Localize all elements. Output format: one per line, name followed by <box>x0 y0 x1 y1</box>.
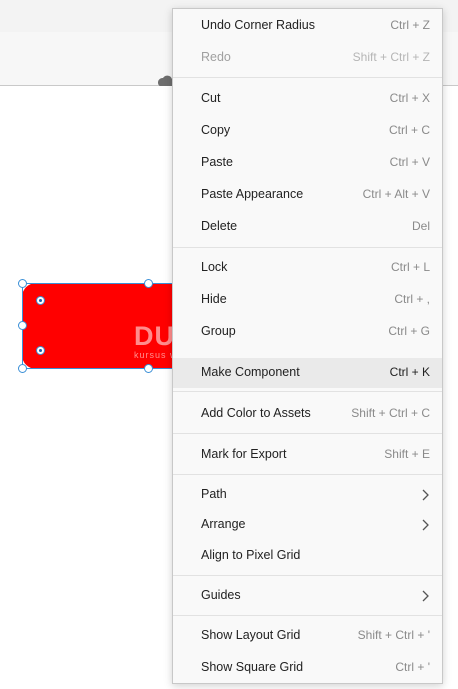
menu-item-label: Mark for Export <box>201 447 287 461</box>
menu-item-label: Paste Appearance <box>201 187 304 201</box>
menu-separator <box>173 575 442 576</box>
menu-item-add-color-to-assets[interactable]: Add Color to Assets Shift + Ctrl + C <box>173 399 442 429</box>
menu-item-shortcut: Shift + Ctrl + Z <box>352 50 430 64</box>
menu-item-undo[interactable]: Undo Corner Radius Ctrl + Z <box>173 11 442 41</box>
menu-item-copy[interactable]: Copy Ctrl + C <box>173 116 442 146</box>
menu-item-shortcut: Ctrl + K <box>389 365 430 379</box>
menu-item-cut[interactable]: Cut Ctrl + X <box>173 84 442 114</box>
menu-separator <box>173 615 442 616</box>
menu-item-hide[interactable]: Hide Ctrl + , <box>173 285 442 315</box>
menu-item-shortcut: Shift + E <box>384 447 430 461</box>
menu-item-label: Path <box>201 487 227 501</box>
menu-item-label: Redo <box>201 50 231 64</box>
resize-handle-top-center[interactable] <box>144 279 153 288</box>
menu-item-shortcut: Ctrl + G <box>388 324 430 338</box>
menu-item-label: Show Layout Grid <box>201 628 301 642</box>
menu-separator <box>173 77 442 78</box>
menu-item-paste[interactable]: Paste Ctrl + V <box>173 148 442 178</box>
menu-item-label: Lock <box>201 260 228 274</box>
menu-item-lock[interactable]: Lock Ctrl + L <box>173 253 442 283</box>
resize-handle-bottom-left[interactable] <box>18 364 27 373</box>
menu-item-arrange[interactable]: Arrange <box>173 510 442 540</box>
menu-item-shortcut: Shift + Ctrl + ' <box>357 628 430 642</box>
menu-separator <box>173 433 442 434</box>
menu-item-guides[interactable]: Guides <box>173 581 442 611</box>
menu-item-show-square-grid[interactable]: Show Square Grid Ctrl + ' <box>173 653 442 683</box>
menu-item-shortcut: Ctrl + L <box>390 260 430 274</box>
menu-item-delete[interactable]: Delete Del <box>173 212 442 242</box>
menu-item-label: Align to Pixel Grid <box>201 548 301 562</box>
menu-item-shortcut: Ctrl + C <box>388 123 430 137</box>
menu-item-path[interactable]: Path <box>173 480 442 510</box>
menu-item-shortcut: Ctrl + Alt + V <box>362 187 430 201</box>
menu-item-mark-for-export[interactable]: Mark for Export Shift + E <box>173 440 442 470</box>
menu-item-label: Paste <box>201 155 233 169</box>
menu-item-label: Hide <box>201 292 227 306</box>
menu-item-label: Delete <box>201 219 238 233</box>
menu-item-shortcut: Shift + Ctrl + C <box>351 406 430 420</box>
corner-radius-handle-bottom[interactable] <box>36 346 45 355</box>
menu-item-align-to-pixel-grid[interactable]: Align to Pixel Grid <box>173 541 442 571</box>
menu-item-shortcut: Ctrl + Z <box>390 18 430 32</box>
menu-separator <box>173 391 442 392</box>
menu-item-shortcut: Ctrl + , <box>394 292 430 306</box>
chevron-right-icon <box>422 489 429 501</box>
menu-separator <box>173 247 442 248</box>
menu-item-shortcut: Ctrl + V <box>389 155 430 169</box>
menu-item-label: Show Square Grid <box>201 660 304 674</box>
menu-item-label: Group <box>201 324 236 338</box>
chevron-right-icon <box>422 590 429 602</box>
context-menu: Undo Corner Radius Ctrl + Z Redo Shift +… <box>172 8 443 684</box>
menu-item-label: Arrange <box>201 517 246 531</box>
menu-item-label: Copy <box>201 123 231 137</box>
menu-item-label: Undo Corner Radius <box>201 18 315 32</box>
resize-handle-middle-left[interactable] <box>18 321 27 330</box>
corner-radius-handle-top[interactable] <box>36 296 45 305</box>
resize-handle-top-left[interactable] <box>18 279 27 288</box>
menu-item-shortcut: Ctrl + X <box>389 91 430 105</box>
menu-item-redo[interactable]: Redo Shift + Ctrl + Z <box>173 43 442 73</box>
menu-separator <box>173 474 442 475</box>
menu-item-shortcut: Del <box>411 219 430 233</box>
menu-item-label: Add Color to Assets <box>201 406 311 420</box>
menu-item-make-component[interactable]: Make Component Ctrl + K <box>173 358 442 388</box>
menu-item-label: Guides <box>201 588 241 602</box>
resize-handle-bottom-center[interactable] <box>144 364 153 373</box>
menu-item-group[interactable]: Group Ctrl + G <box>173 317 442 347</box>
menu-item-label: Make Component <box>201 365 300 379</box>
chevron-right-icon <box>422 519 429 531</box>
menu-item-label: Cut <box>201 91 221 105</box>
menu-item-paste-appearance[interactable]: Paste Appearance Ctrl + Alt + V <box>173 180 442 210</box>
menu-item-show-layout-grid[interactable]: Show Layout Grid Shift + Ctrl + ' <box>173 621 442 651</box>
menu-item-shortcut: Ctrl + ' <box>395 660 430 674</box>
